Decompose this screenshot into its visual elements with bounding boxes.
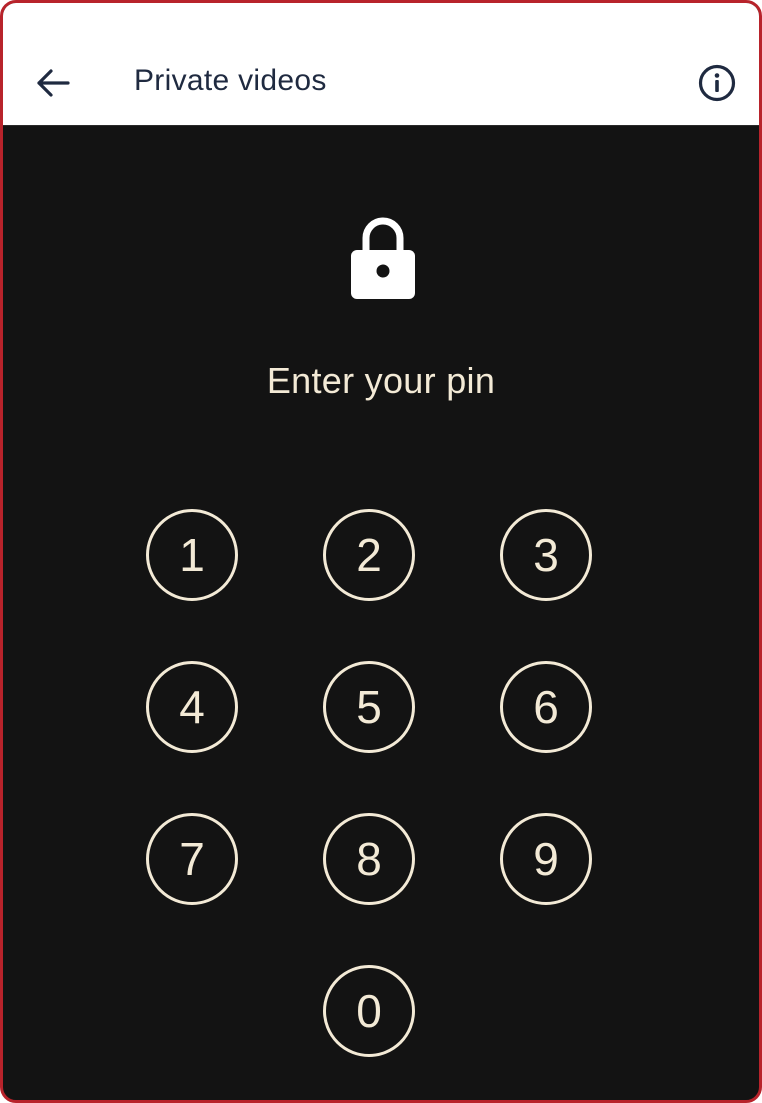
keypad-key-8[interactable]: 8 [323,813,415,905]
keypad-key-1[interactable]: 1 [146,509,238,601]
keypad-key-9[interactable]: 9 [500,813,592,905]
keypad-key-5[interactable]: 5 [323,661,415,753]
keypad-key-7[interactable]: 7 [146,813,238,905]
top-app-bar: Private videos [3,3,759,126]
pin-prompt: Enter your pin [266,360,496,401]
app-frame: Private videos Enter your pin 1 2 3 4 5 … [0,0,762,1103]
back-button[interactable] [31,61,75,105]
info-icon [698,64,736,102]
lock-icon [351,217,415,299]
keypad-key-3[interactable]: 3 [500,509,592,601]
keypad-key-6[interactable]: 6 [500,661,592,753]
keypad-key-2[interactable]: 2 [323,509,415,601]
info-button[interactable] [695,61,739,105]
page-title: Private videos [134,64,327,97]
keypad-key-0[interactable]: 0 [323,965,415,1057]
keypad-key-4[interactable]: 4 [146,661,238,753]
arrow-left-icon [37,69,70,97]
